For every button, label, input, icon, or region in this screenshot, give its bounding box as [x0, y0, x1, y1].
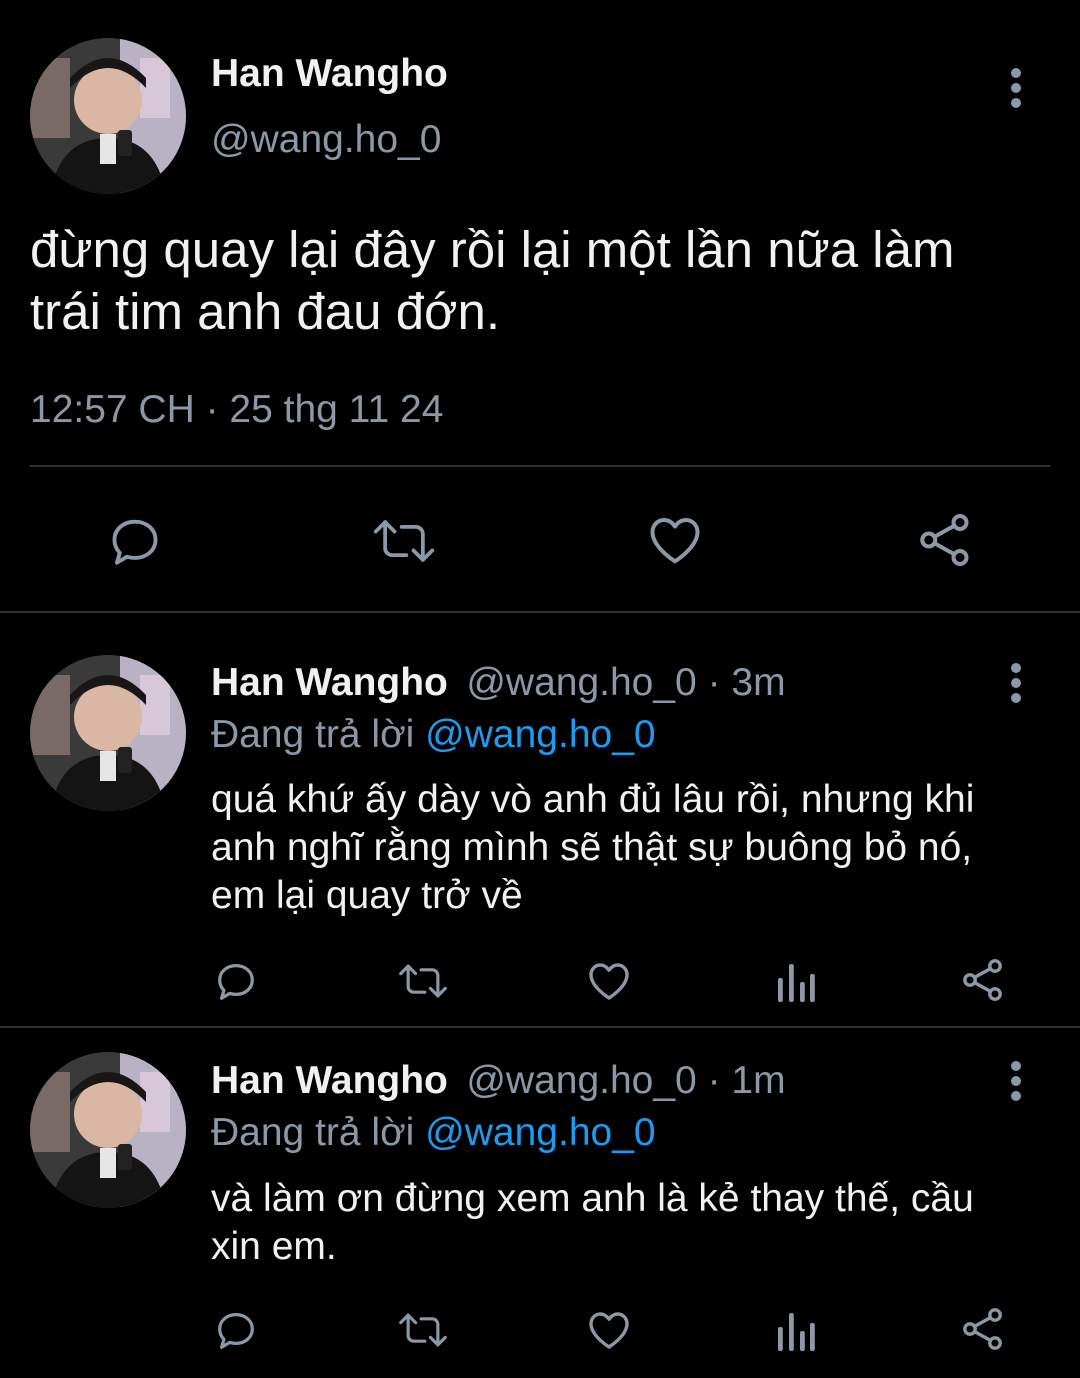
divider: [0, 611, 1080, 613]
views-icon[interactable]: [776, 1309, 816, 1351]
share-icon[interactable]: [915, 510, 975, 570]
author-name[interactable]: Han Wangho: [211, 1059, 448, 1102]
avatar[interactable]: [30, 655, 186, 811]
like-icon[interactable]: [585, 957, 633, 1005]
author-name[interactable]: Han Wangho: [211, 661, 448, 704]
avatar[interactable]: [30, 38, 186, 194]
author-handle[interactable]: @wang.ho_0: [211, 118, 441, 162]
divider: [30, 465, 1050, 467]
reply-text-line: xin em.: [211, 1225, 337, 1268]
mention-link[interactable]: @wang.ho_0: [425, 713, 655, 756]
reply-text-line: em lại quay trở về: [211, 874, 523, 917]
reply-header: Han Wangho @wang.ho_0 · 1m: [211, 1059, 786, 1103]
replying-to-label: Đang trả lời: [211, 1111, 415, 1154]
retweet-icon[interactable]: [397, 958, 449, 1004]
author-name[interactable]: Han Wangho: [211, 52, 448, 96]
tweet-text: đừng quay lại đây rồi lại một lần nữa là…: [30, 219, 1060, 343]
tweet-text-line: đừng quay lại đây rồi lại một lần nữa là…: [30, 221, 955, 278]
retweet-icon[interactable]: [371, 512, 437, 570]
tweet-timestamp[interactable]: 12:57 CH · 25 thg 11 24: [30, 388, 443, 432]
author-handle-time[interactable]: @wang.ho_0 · 1m: [466, 1059, 785, 1102]
share-icon[interactable]: [959, 1305, 1007, 1353]
reply-icon[interactable]: [213, 958, 259, 1004]
reply-header: Han Wangho @wang.ho_0 · 3m: [211, 661, 786, 705]
like-icon[interactable]: [645, 510, 705, 570]
tweet-text-line: trái tim anh đau đớn.: [30, 283, 501, 340]
replying-to-label: Đang trả lời: [211, 713, 415, 756]
reply-text-line: và làm ơn đừng xem anh là kẻ thay thế, c…: [211, 1177, 974, 1220]
reply-icon[interactable]: [106, 512, 164, 570]
retweet-icon[interactable]: [397, 1307, 449, 1353]
author-handle-time[interactable]: @wang.ho_0 · 3m: [466, 661, 785, 704]
replying-to: Đang trả lời @wang.ho_0: [211, 713, 656, 757]
replying-to: Đang trả lời @wang.ho_0: [211, 1111, 656, 1155]
share-icon[interactable]: [959, 956, 1007, 1004]
avatar[interactable]: [30, 1052, 186, 1208]
like-icon[interactable]: [585, 1306, 633, 1354]
reply-text: quá khứ ấy dày vò anh đủ lâu rồi, nhưng …: [211, 776, 1061, 920]
divider: [0, 1026, 1080, 1028]
more-options-icon[interactable]: [1002, 661, 1030, 705]
mention-link[interactable]: @wang.ho_0: [425, 1111, 655, 1154]
reply-text: và làm ơn đừng xem anh là kẻ thay thế, c…: [211, 1175, 1061, 1271]
reply-text-line: anh nghĩ rằng mình sẽ thật sự buông bỏ n…: [211, 826, 973, 869]
views-icon[interactable]: [776, 960, 816, 1002]
reply-icon[interactable]: [213, 1307, 259, 1353]
reply-text-line: quá khứ ấy dày vò anh đủ lâu rồi, nhưng …: [211, 778, 975, 821]
more-options-icon[interactable]: [1002, 1059, 1030, 1103]
more-options-icon[interactable]: [1002, 66, 1030, 110]
